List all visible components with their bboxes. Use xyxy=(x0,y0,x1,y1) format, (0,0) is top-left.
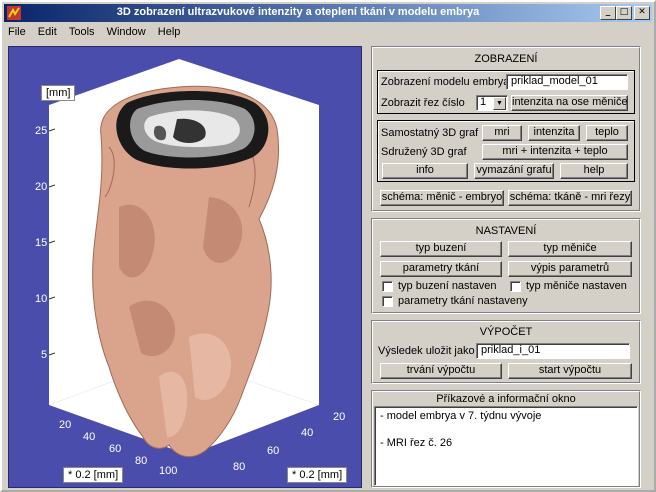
y-tick-label: 20 xyxy=(333,411,346,423)
vymazani-grafu-button[interactable]: vymazání grafu xyxy=(474,163,554,179)
mri-button[interactable]: mri xyxy=(482,125,522,141)
info-button[interactable]: info xyxy=(382,163,468,179)
info-title: Příkazové a informační okno xyxy=(436,393,576,405)
y-tick-label: 40 xyxy=(301,427,314,439)
zobrazeni-title: ZOBRAZENÍ xyxy=(474,53,538,65)
plot-area[interactable]: [mm] 25 20 15 10 5 20 40 60 80 100 20 40… xyxy=(8,46,362,488)
rez-label: Zobrazit řez číslo xyxy=(381,97,465,109)
window-title: 3D zobrazení ultrazvukové intenzity a ot… xyxy=(116,6,480,18)
z-tick-label: 10 xyxy=(35,293,48,305)
vypocet-panel: VÝPOČET Výsledek uložit jako priklad_i_0… xyxy=(371,320,641,384)
parametry-tkani-button[interactable]: parametry tkání xyxy=(380,261,502,277)
y-tick-label: 80 xyxy=(233,461,246,473)
z-tick-label: 5 xyxy=(41,349,48,361)
x-tick-label: 20 xyxy=(59,419,72,431)
ulozit-label: Výsledek uložit jako xyxy=(378,345,475,357)
help-button[interactable]: help xyxy=(560,163,628,179)
menu-window[interactable]: Window xyxy=(103,24,151,38)
nastaveni-panel: NASTAVENÍ typ buzení typ měniče parametr… xyxy=(371,218,641,314)
teplo-button[interactable]: teplo xyxy=(586,125,628,141)
parametry-tkani-checkbox[interactable] xyxy=(382,296,393,307)
z-tick-label: 20 xyxy=(35,181,48,193)
info-listbox[interactable]: - model embrya v 7. týdnu vývoje - MRI ř… xyxy=(374,406,638,486)
y-tick-label: 60 xyxy=(267,445,280,457)
typ-menice-checkbox[interactable] xyxy=(510,281,521,292)
x-tick-label: 100 xyxy=(159,465,178,477)
schema-tkane-mri-button[interactable]: schéma: tkáně - mri řezy xyxy=(508,190,632,206)
menu-file[interactable]: File xyxy=(4,24,31,38)
typ-menice-button[interactable]: typ měniče xyxy=(508,241,632,257)
rez-select[interactable]: 1 ▼ xyxy=(476,95,508,111)
model-label: Zobrazení modelu embrya xyxy=(381,76,510,88)
title-bar[interactable]: 3D zobrazení ultrazvukové intenzity a ot… xyxy=(4,4,652,22)
parametry-tkani-checkbox-label: parametry tkání nastaveny xyxy=(398,295,528,307)
typ-buzeni-checkbox[interactable] xyxy=(382,281,393,292)
sdruzeny-button[interactable]: mri + intenzita + teplo xyxy=(482,144,628,160)
info-line: - MRI řez č. 26 xyxy=(380,437,453,449)
z-tick-label: 15 xyxy=(35,237,48,249)
y-axis-label: * 0.2 [mm] xyxy=(287,467,348,483)
rez-select-value: 1 xyxy=(480,96,487,108)
maximize-button[interactable]: □ xyxy=(616,6,632,20)
x-tick-label: 80 xyxy=(135,455,148,467)
info-line: - model embrya v 7. týdnu vývoje xyxy=(380,410,542,422)
start-vypoctu-button[interactable]: start výpočtu xyxy=(508,363,632,379)
intenzita-button[interactable]: intenzita xyxy=(528,125,580,141)
close-button[interactable]: ✕ xyxy=(634,6,650,20)
typ-menice-checkbox-label: typ měniče nastaven xyxy=(526,280,627,292)
sdruzeny-label: Sdružený 3D graf xyxy=(381,146,467,158)
chevron-down-icon[interactable]: ▼ xyxy=(493,97,506,110)
info-panel: Příkazové a informační okno - model embr… xyxy=(371,390,641,488)
vypis-parametru-button[interactable]: výpis parametrů xyxy=(508,261,632,277)
menu-edit[interactable]: Edit xyxy=(34,24,62,38)
zobrazeni-panel: ZOBRAZENÍ Zobrazení modelu embrya prikla… xyxy=(371,46,641,212)
ulozit-input[interactable]: priklad_i_01 xyxy=(476,343,630,359)
x-axis-label: * 0.2 [mm] xyxy=(63,467,124,483)
z-axis-label: [mm] xyxy=(41,85,76,101)
vypocet-title: VÝPOČET xyxy=(479,326,533,338)
typ-buzeni-checkbox-label: typ buzení nastaven xyxy=(398,280,497,292)
intenzita-na-ose-button[interactable]: intenzita na ose měniče xyxy=(511,95,628,111)
minimize-button[interactable]: _ xyxy=(600,6,616,20)
x-tick-label: 60 xyxy=(109,443,122,455)
model-input[interactable]: priklad_model_01 xyxy=(506,74,628,90)
typ-buzeni-button[interactable]: typ buzení xyxy=(380,241,502,257)
z-tick-label: 25 xyxy=(35,125,48,137)
trvani-vypoctu-button[interactable]: trvání výpočtu xyxy=(380,363,502,379)
main-window: 3D zobrazení ultrazvukové intenzity a ot… xyxy=(0,0,656,492)
menu-tools[interactable]: Tools xyxy=(65,24,100,38)
samostatny-label: Samostatný 3D graf xyxy=(381,127,479,139)
x-tick-label: 40 xyxy=(83,431,96,443)
schema-menic-embryo-button[interactable]: schéma: měnič - embryo xyxy=(380,190,504,206)
menu-bar: File Edit Tools Window Help xyxy=(4,24,652,41)
nastaveni-title: NASTAVENÍ xyxy=(475,225,537,237)
menu-help[interactable]: Help xyxy=(154,24,186,38)
